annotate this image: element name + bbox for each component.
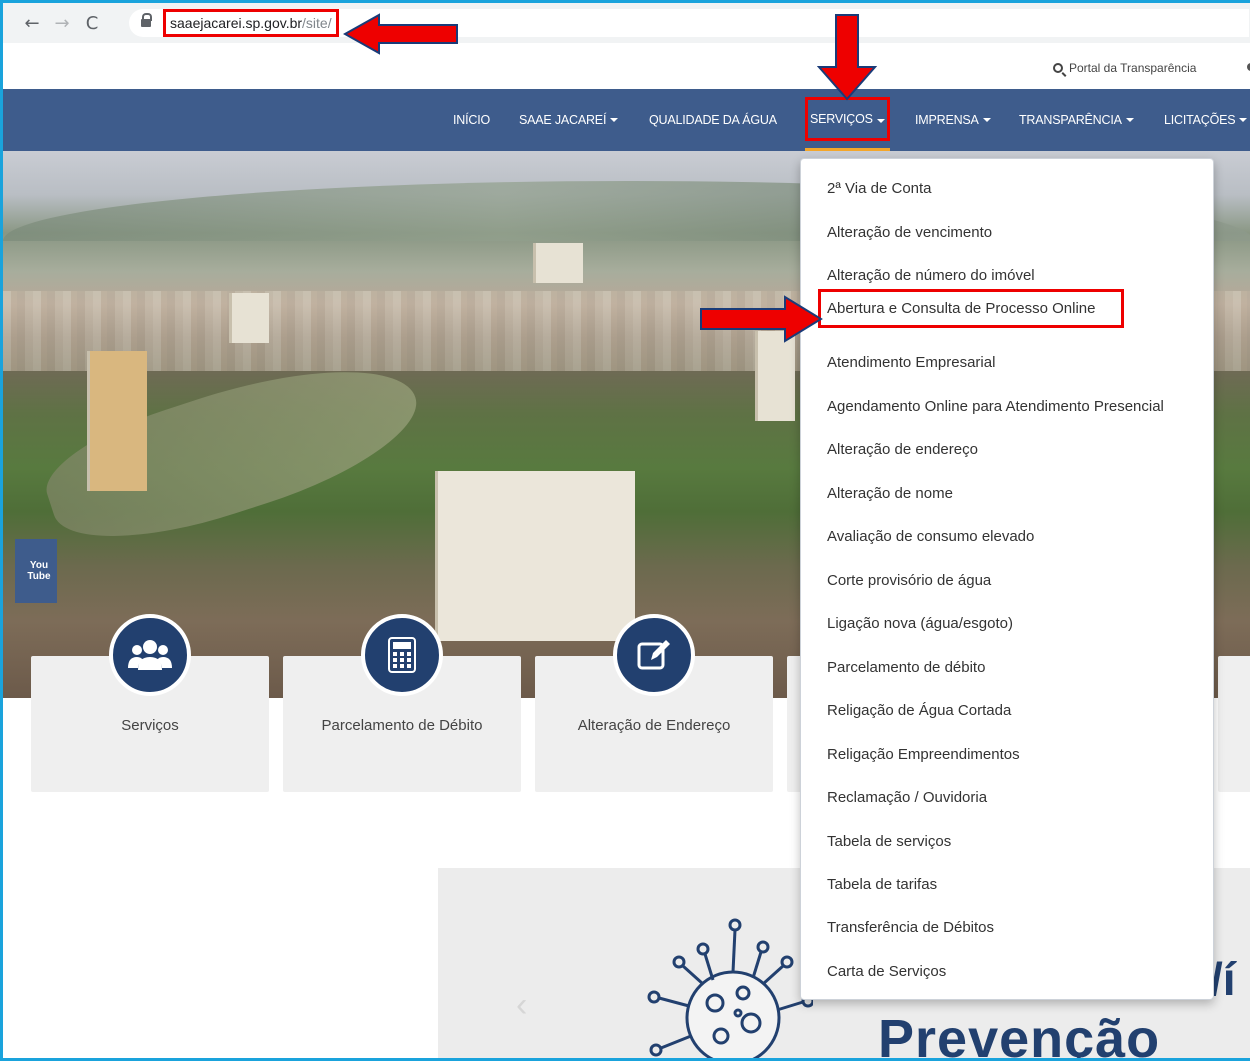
caret-down-icon (876, 118, 885, 123)
nav-item-licitacoes[interactable]: LICITAÇÕES (1164, 89, 1248, 151)
dropdown-item[interactable]: Avaliação de consumo elevado (827, 528, 1034, 545)
dropdown-item[interactable]: Alteração de número do imóvel (827, 267, 1035, 284)
card-alteracao-de-endereco[interactable]: Alteração de Endereço (535, 614, 773, 792)
dropdown-item[interactable]: Transferência de Débitos (827, 919, 994, 936)
left-arrow-annotation-icon (343, 13, 458, 55)
nav-item-transparencia[interactable]: TRANSPARÊNCIA (1019, 89, 1134, 151)
card-label: Serviços (121, 717, 179, 734)
url-text[interactable]: saaejacarei.sp.gov.br/site/ (163, 9, 339, 37)
hero-building (435, 471, 635, 641)
back-icon[interactable]: ← (17, 8, 47, 38)
card-servicos[interactable]: Serviços (31, 614, 269, 792)
nav-label: TRANSPARÊNCIA (1019, 113, 1122, 127)
down-arrow-annotation-icon (817, 14, 877, 101)
users-icon (109, 614, 191, 696)
nav-label: QUALIDADE DA ÁGUA (649, 113, 777, 127)
nav-label: SERVIÇOS (810, 111, 873, 126)
dropdown-item[interactable]: Alteração de vencimento (827, 224, 992, 241)
dropdown-item-abertura-processo[interactable]: Abertura e Consulta de Processo Online (818, 289, 1125, 328)
nav-label: LICITAÇÕES (1164, 113, 1236, 127)
dropdown-item[interactable]: Atendimento Empresarial (827, 354, 995, 371)
forward-icon[interactable]: → (47, 8, 77, 38)
youtube-link[interactable]: You Tube (15, 539, 57, 603)
screenshot-frame: ← → C saaejacarei.sp.gov.br/site/ Portal… (0, 0, 1250, 1061)
dropdown-item[interactable]: Alteração de nome (827, 485, 953, 502)
portal-transparencia-link[interactable]: Portal da Transparência (1053, 61, 1196, 75)
nav-label: SAAE JACAREÍ (519, 113, 607, 127)
nav-item-saae-jacarei[interactable]: SAAE JACAREÍ (519, 89, 619, 151)
caret-down-icon (982, 118, 991, 122)
address-bar[interactable]: saaejacarei.sp.gov.br/site/ (129, 9, 1249, 37)
card-partial[interactable] (1218, 656, 1250, 792)
browser-toolbar: ← → C saaejacarei.sp.gov.br/site/ (3, 3, 1250, 43)
dropdown-item[interactable]: Parcelamento de débito (827, 659, 985, 676)
nav-label: INÍCIO (453, 113, 490, 127)
dropdown-item[interactable]: Religação de Água Cortada (827, 702, 1011, 719)
card-label: Parcelamento de Débito (321, 717, 483, 734)
dropdown-item[interactable]: Religação Empreendimentos (827, 746, 1020, 763)
caret-down-icon (1239, 118, 1248, 122)
caret-down-icon (610, 118, 619, 122)
hero-building (755, 331, 795, 421)
reload-icon[interactable]: C (77, 8, 107, 38)
dropdown-item[interactable]: Corte provisório de água (827, 572, 991, 589)
url-path: /site/ (302, 15, 332, 31)
card-parcelamento-de-debito[interactable]: Parcelamento de Débito (283, 614, 521, 792)
dropdown-item[interactable]: Alteração de endereço (827, 441, 978, 458)
dropdown-item[interactable]: Reclamação / Ouvidoria (827, 789, 987, 806)
servicos-dropdown-menu: 2ª Via de Conta Alteração de vencimento … (800, 158, 1214, 1000)
right-arrow-annotation-icon (700, 295, 823, 343)
hero-building (533, 243, 583, 283)
main-navigation: INÍCIO SAAE JACAREÍ QUALIDADE DA ÁGUA SE… (3, 89, 1250, 151)
banner-heading: Prevenção (878, 1009, 1161, 1061)
dropdown-item[interactable]: 2ª Via de Conta (827, 180, 932, 197)
calculator-icon (361, 614, 443, 696)
dropdown-item[interactable]: Carta de Serviços (827, 963, 946, 980)
carousel-prev-icon[interactable]: ‹ (516, 986, 527, 1025)
nav-item-inicio[interactable]: INÍCIO (453, 89, 490, 151)
youtube-text: You (29, 560, 49, 571)
utility-row: Portal da Transparência (3, 43, 1250, 89)
lock-icon (141, 13, 152, 28)
caret-down-icon (1125, 118, 1134, 122)
dropdown-item[interactable]: Tabela de serviços (827, 833, 951, 850)
youtube-text: Tube (27, 571, 51, 582)
nav-item-imprensa[interactable]: IMPRENSA (915, 89, 991, 151)
url-domain: saaejacarei.sp.gov.br (170, 15, 303, 31)
hero-building (87, 351, 147, 491)
portal-label: Portal da Transparência (1069, 61, 1197, 75)
nav-label: IMPRENSA (915, 113, 979, 127)
dropdown-item[interactable]: Ligação nova (água/esgoto) (827, 615, 1013, 632)
edit-icon (613, 614, 695, 696)
search-icon (1053, 63, 1063, 73)
dropdown-item[interactable]: Tabela de tarifas (827, 876, 937, 893)
card-label: Alteração de Endereço (577, 717, 731, 734)
dropdown-item[interactable]: Agendamento Online para Atendimento Pres… (827, 398, 1164, 415)
hero-building (229, 293, 269, 343)
virus-icon (643, 918, 815, 1058)
nav-item-qualidade-da-agua[interactable]: QUALIDADE DA ÁGUA (649, 89, 777, 151)
servicos-highlight: SERVIÇOS (805, 96, 890, 141)
